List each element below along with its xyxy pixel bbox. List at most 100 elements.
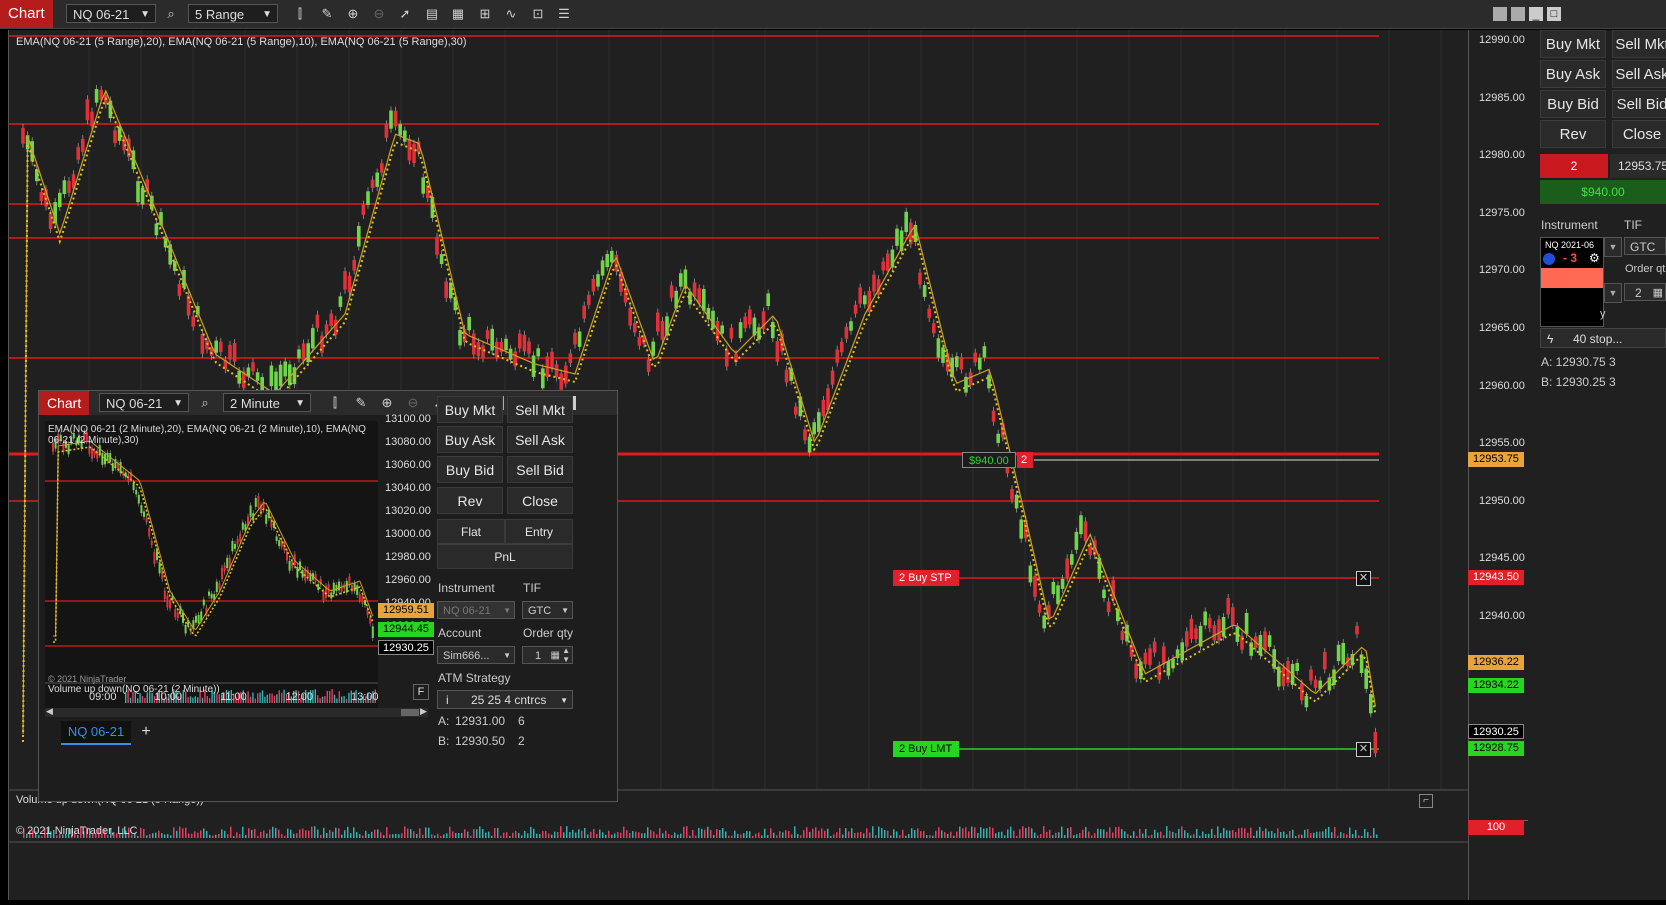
secondary-instrument-tab[interactable]: NQ 06-21 [61, 721, 131, 745]
scroll-right-icon[interactable]: ▶ [420, 706, 427, 717]
zoom-in-icon[interactable]: ⊕ [379, 395, 395, 411]
buy-bid-button[interactable]: Buy Bid [437, 456, 503, 483]
candle-body [1244, 613, 1249, 634]
reverse-button[interactable]: Rev [1540, 120, 1606, 148]
tif-select[interactable]: GTC [1624, 237, 1666, 255]
chart-trader-icon[interactable]: ▦ [450, 6, 466, 22]
expand-icon[interactable]: ⌐ [1419, 794, 1433, 808]
buy-market-button[interactable]: Buy Mkt [437, 396, 503, 423]
chevron-down-icon[interactable]: ▼ [1604, 237, 1622, 257]
sell-bid-button[interactable]: Sell Bid [1612, 90, 1666, 118]
stepper-icon[interactable]: ▲ ▼ [562, 646, 570, 664]
zoom-out-icon[interactable]: ⊖ [405, 395, 421, 411]
volume-bar [1289, 830, 1291, 838]
volume-bar [1118, 826, 1120, 838]
gear-icon[interactable]: ⚙ [1589, 251, 1600, 265]
buy-market-button[interactable]: Buy Mkt [1540, 30, 1606, 58]
data-series-icon[interactable]: ▤ [424, 6, 440, 22]
secondary-instrument-selector[interactable]: NQ 06-21 ▼ [99, 393, 189, 412]
secondary-chart-tab[interactable]: Chart [39, 391, 90, 415]
instrument-position-box[interactable]: NQ 2021-06 - 3 ⚙ [1540, 237, 1604, 327]
secondary-chart-window[interactable]: Chart NQ 06-21▼ ⌕ 2 Minute▼ ⫿ ✎ ⊕ ⊖ ➚ ▼ … [38, 390, 618, 802]
chart-trader-panel: Buy Mkt Sell Mkt Buy Ask Sell Ask Buy Bi… [1528, 30, 1666, 900]
search-icon[interactable]: ⌕ [197, 395, 213, 411]
volume-bar [266, 694, 268, 703]
buy-ask-button[interactable]: Buy Ask [437, 426, 503, 453]
volume-bar [1292, 829, 1294, 838]
minimize-icon[interactable]: _ [1529, 7, 1543, 21]
order-qty-input[interactable]: 1 ▦ ▲ ▼ [522, 646, 573, 664]
scrollbar-thumb[interactable] [401, 709, 419, 716]
candle-body [692, 282, 697, 297]
volume-bar [473, 829, 475, 838]
pointer-icon[interactable]: ➚ [397, 6, 413, 22]
close-position-button[interactable]: Close [1612, 120, 1666, 148]
window-tile-icon[interactable] [1511, 7, 1525, 21]
strategies-icon[interactable]: ⊡ [530, 6, 546, 22]
volume-bar [1133, 831, 1135, 838]
position-qty-ticket[interactable]: 2 [1017, 452, 1033, 468]
zoom-in-icon[interactable]: ⊕ [345, 6, 361, 22]
properties-icon[interactable]: ⊞ [477, 6, 493, 22]
volume-bar [302, 828, 304, 838]
volume-bar [1121, 829, 1123, 838]
buy-ask-button[interactable]: Buy Ask [1540, 60, 1606, 88]
drawing-tool-icon[interactable]: ✎ [319, 6, 335, 22]
sell-bid-button[interactable]: Sell Bid [507, 456, 573, 483]
volume-bar [944, 832, 946, 838]
order-qty-input[interactable]: 2 ▦ [1624, 283, 1666, 301]
candle-body [21, 127, 25, 144]
tif-select[interactable]: GTC ▼ [522, 601, 573, 619]
candle-body [311, 328, 315, 349]
secondary-scrollbar[interactable]: ◀ ▶ [45, 706, 428, 717]
period-selector[interactable]: 5 Range ▼ [188, 4, 278, 23]
close-icon[interactable]: ✕ [1356, 571, 1371, 586]
maximize-icon[interactable]: □ [1547, 7, 1561, 21]
secondary-f-button[interactable]: F [413, 684, 429, 700]
sell-ask-button[interactable]: Sell Ask [1612, 60, 1666, 88]
position-pnl-ticket[interactable]: $940.00 [962, 452, 1016, 468]
chart-tab[interactable]: Chart [0, 0, 53, 28]
bar-type-icon[interactable]: ⫿ [327, 395, 343, 411]
window-tile-icon[interactable] [1493, 7, 1507, 21]
stop-order-ticket[interactable]: 2 Buy STP [893, 570, 959, 586]
secondary-period-selector[interactable]: 2 Minute ▼ [223, 393, 311, 412]
volume-bar [189, 696, 192, 703]
bar-type-icon[interactable]: ⫿ [292, 6, 308, 22]
atm-strategy-select[interactable]: i 25 25 4 cntrcs ▼ [437, 690, 573, 709]
sell-ask-button[interactable]: Sell Ask [507, 426, 573, 453]
atm-strategy-select[interactable]: ϟ 40 stop... [1540, 328, 1666, 348]
account-select[interactable]: Sim666... ▼ [437, 646, 515, 664]
instrument-selector-value: NQ 06-21 [73, 7, 130, 22]
close-icon[interactable]: ✕ [1356, 742, 1371, 757]
search-icon[interactable]: ⌕ [163, 6, 179, 22]
volume-bar [479, 826, 481, 838]
instrument-select[interactable]: NQ 06-21 ▼ [437, 601, 515, 619]
volume-bar [371, 831, 373, 838]
volume-bar [398, 834, 400, 838]
volume-bar [263, 830, 265, 838]
limit-order-ticket[interactable]: 2 Buy LMT [893, 741, 959, 757]
drawing-tool-icon[interactable]: ✎ [353, 395, 369, 411]
calculator-icon[interactable]: ▦ [1653, 284, 1663, 302]
calculator-icon[interactable]: ▦ [551, 647, 560, 665]
scroll-left-icon[interactable]: ◀ [46, 706, 53, 717]
add-tab-icon[interactable]: + [137, 721, 155, 743]
chevron-down-icon: ▼ [140, 9, 150, 20]
sell-market-button[interactable]: Sell Mkt [1612, 30, 1666, 58]
close-position-button[interactable]: Close [507, 487, 573, 514]
volume-bar [1268, 831, 1270, 838]
indicator-label: EMA(NQ 06-21 (5 Range),20), EMA(NQ 06-21… [16, 36, 467, 48]
volume-bar [1214, 834, 1216, 838]
zoom-out-icon[interactable]: ⊖ [371, 6, 387, 22]
indicators-icon[interactable]: ∿ [503, 6, 519, 22]
list-icon[interactable]: ☰ [556, 6, 572, 22]
chevron-down-icon[interactable]: ▼ [1604, 283, 1622, 303]
candle-body [1373, 731, 1378, 754]
reverse-button[interactable]: Rev [437, 487, 503, 514]
sell-market-button[interactable]: Sell Mkt [507, 396, 573, 423]
instrument-selector[interactable]: NQ 06-21 ▼ [66, 4, 156, 23]
buy-bid-button[interactable]: Buy Bid [1540, 90, 1606, 118]
candle-body [1060, 578, 1065, 589]
secondary-price-chart[interactable] [45, 421, 378, 716]
